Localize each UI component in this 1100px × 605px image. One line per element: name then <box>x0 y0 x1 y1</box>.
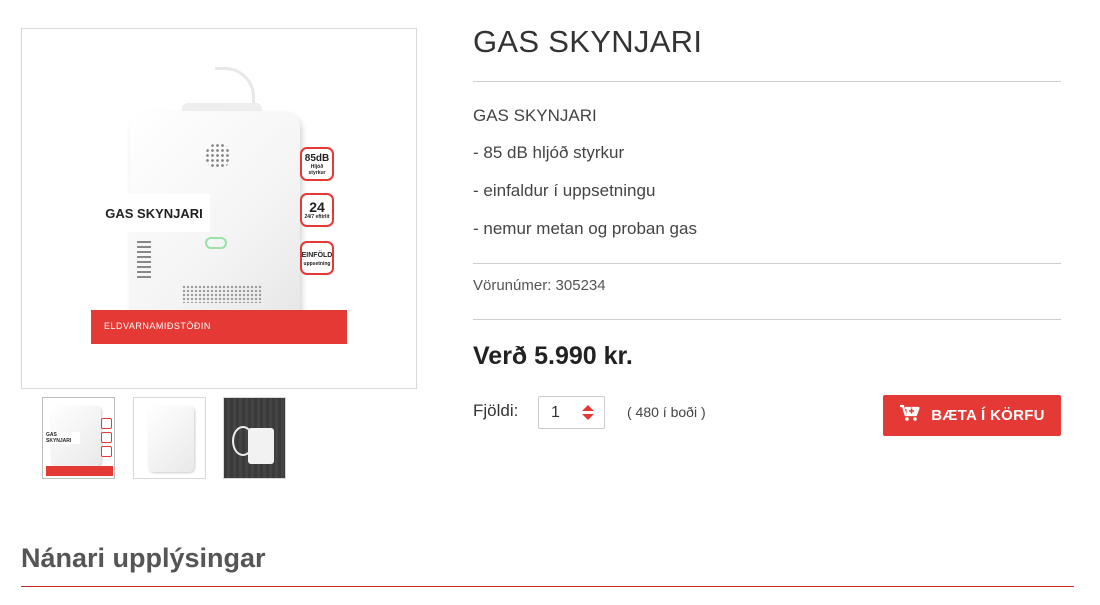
details-divider <box>21 586 1074 587</box>
divider <box>473 81 1061 82</box>
cart-plus-icon <box>899 404 921 427</box>
thumb-badge <box>101 446 112 457</box>
image-product-label: GAS SKYNJARI <box>98 194 210 232</box>
thumbnail-1[interactable]: GAS SKYNJARI <box>42 397 115 479</box>
divider <box>473 263 1061 264</box>
speaker-grille <box>205 143 231 169</box>
badge-easy-install: EINFÖLD uppsetning <box>300 241 334 275</box>
thumb-device <box>148 406 194 472</box>
main-product-image[interactable]: GAS SKYNJARI 85dB Hljóð styrkur 24 24/7 … <box>21 28 417 389</box>
spinner-down-icon[interactable] <box>582 414 594 420</box>
thumb-badge <box>101 418 112 429</box>
badge-decibel: 85dB Hljóð styrkur <box>300 147 334 181</box>
thumb-brand-band <box>46 466 113 476</box>
product-price: Verð 5.990 kr. <box>473 342 633 370</box>
product-sku: Vörunúmer: 305234 <box>473 277 606 294</box>
quantity-stepper[interactable]: 1 <box>538 396 605 429</box>
divider <box>473 319 1061 320</box>
product-title: GAS SKYNJARI <box>473 24 703 59</box>
badge-small-text: uppsetning <box>303 260 331 267</box>
badge-monitoring: 24 24/7 eftirlit <box>300 193 334 227</box>
details-heading: Nánari upplýsingar <box>21 543 266 573</box>
spinner-up-icon[interactable] <box>582 405 594 411</box>
quantity-value[interactable]: 1 <box>551 404 560 422</box>
thumb-label: GAS SKYNJARI <box>46 432 80 444</box>
brand-logo: ELDVARNAMIÐSTÖÐIN <box>104 321 211 331</box>
stock-count: ( 480 í boði ) <box>627 404 706 420</box>
thumbnail-3[interactable] <box>223 397 286 479</box>
thumbnail-2[interactable] <box>133 397 206 479</box>
quantity-label: Fjöldi: <box>473 401 519 420</box>
badge-small-text: 24/7 eftirlit <box>304 214 330 220</box>
description-line: - einfaldur í uppsetningu <box>473 181 656 200</box>
badge-big-text: 85dB <box>304 152 330 164</box>
add-to-cart-button[interactable]: BÆTA Í KÖRFU <box>883 395 1061 436</box>
description-line: - nemur metan og proban gas <box>473 219 697 238</box>
badge-big-text: EINFÖLD <box>301 251 333 259</box>
badge-big-text: 24 <box>309 199 325 215</box>
description-line: GAS SKYNJARI <box>473 106 597 125</box>
bottom-vent <box>182 285 262 303</box>
badge-small-text: Hljóð styrkur <box>308 163 326 176</box>
side-vent <box>137 241 151 281</box>
photo-device <box>248 428 274 464</box>
thumb-badge <box>101 432 112 443</box>
status-led <box>205 237 227 249</box>
description-line: - 85 dB hljóð styrkur <box>473 143 625 162</box>
add-to-cart-label: BÆTA Í KÖRFU <box>931 407 1045 424</box>
